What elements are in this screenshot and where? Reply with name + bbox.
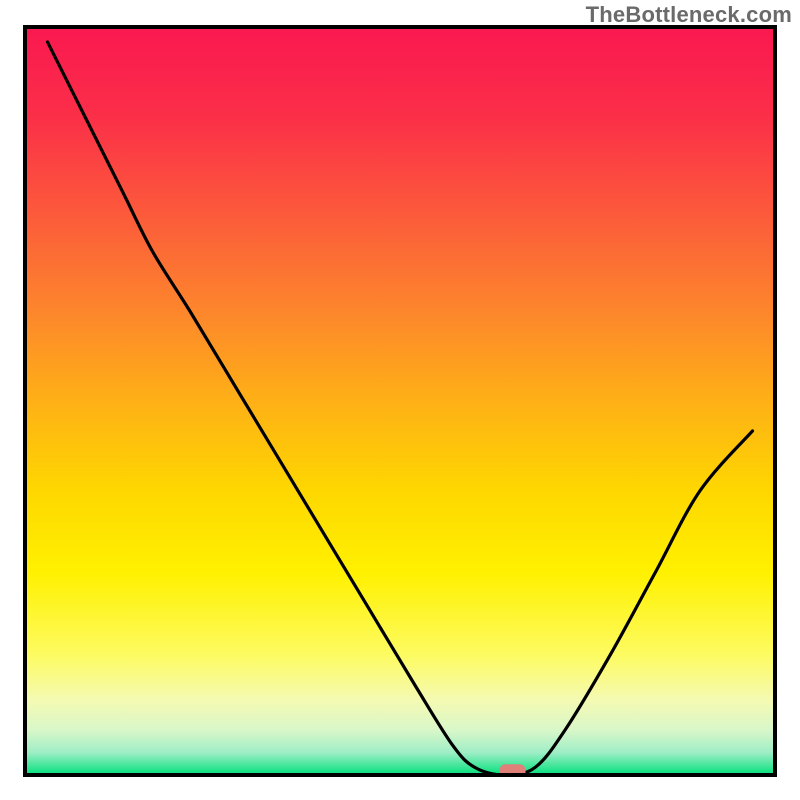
watermark: TheBottleneck.com — [586, 2, 792, 28]
chart-container: TheBottleneck.com — [0, 0, 800, 800]
bottleneck-chart — [0, 0, 800, 800]
